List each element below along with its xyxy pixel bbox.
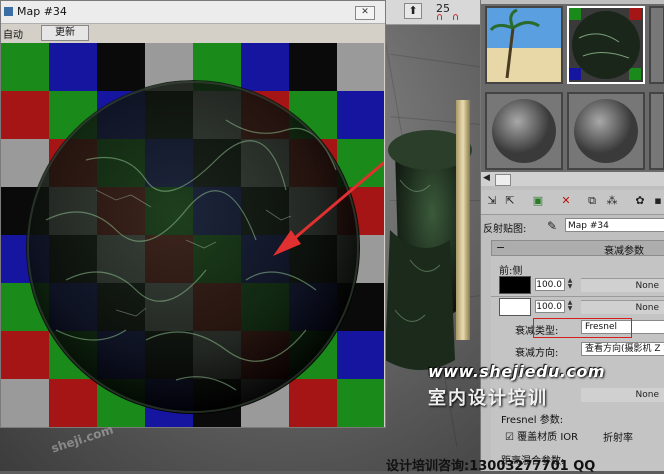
effects-channel-icon[interactable]: ✿ (633, 194, 647, 208)
annotation-highlight-box (533, 318, 632, 338)
unique-icon[interactable]: ⁂ (605, 194, 619, 208)
eyedropper-icon[interactable]: ✎ (547, 219, 557, 233)
spinner-icon[interactable]: ▲ ▼ (566, 300, 574, 313)
window-app-icon (4, 7, 13, 16)
close-button[interactable]: ✕ (355, 6, 375, 20)
scrollbar-thumb[interactable] (495, 174, 511, 186)
fresnel-params-label: Fresnel 参数: (501, 415, 564, 426)
marble-thumbnail (569, 8, 643, 82)
scroll-left-icon[interactable]: ◀ (483, 173, 490, 183)
mode-map-button[interactable]: None (581, 388, 664, 402)
side-map-button[interactable]: None (581, 300, 664, 314)
assign-material-icon[interactable]: ▣ (531, 194, 545, 208)
watermark-bottom: 设计培训咨询:13003277701 QQ (386, 459, 596, 474)
material-slot-default[interactable] (485, 92, 563, 170)
put-material-icon[interactable]: ⇱ (503, 194, 517, 208)
falloff-direction-select[interactable]: 查看方向(摄影机 Z 轴) (581, 342, 664, 356)
beach-thumbnail (487, 8, 561, 82)
annotation-arrow (273, 160, 384, 256)
watermark-chinese: 室内设计培训 (428, 388, 548, 409)
front-color-swatch[interactable] (499, 276, 531, 294)
falloff-rollout-header[interactable]: − 衰减参数 (491, 240, 664, 257)
copy-material-icon[interactable]: ⧉ (585, 194, 599, 208)
divider (491, 296, 664, 297)
gray-sphere-thumbnail (492, 99, 556, 163)
update-button[interactable]: 更新 (41, 25, 89, 41)
map-preview-window: Map #34 ✕ 自动 更新 (0, 0, 386, 428)
upload-icon[interactable]: ⬆ (404, 3, 422, 19)
material-slot-partial[interactable] (649, 92, 664, 170)
map-render-canvas (1, 43, 384, 427)
front-side-label: 前:侧 (499, 266, 523, 277)
gray-sphere-thumbnail (574, 99, 638, 163)
checkbox-checked-icon[interactable]: ☑ (505, 432, 514, 443)
magnet-icon[interactable]: ∩ (436, 12, 443, 23)
material-slot-marble[interactable] (567, 6, 645, 84)
delete-icon[interactable]: ✕ (559, 194, 573, 208)
front-amount-input[interactable]: 100.0 (535, 278, 565, 291)
map-window-toolbar: 自动 更新 (1, 24, 385, 42)
get-material-icon[interactable]: ⇲ (485, 194, 499, 208)
map-name-input[interactable]: Map #34 (565, 218, 664, 232)
window-title: Map #34 (17, 5, 67, 18)
slots-scrollbar[interactable]: ◀ (481, 172, 664, 186)
reflection-map-label: 反射贴图: (483, 224, 527, 235)
rollout-title: 衰减参数 (604, 246, 644, 257)
viewport-toolbar: ⬆ 25 ∩ ∩ (386, 0, 480, 25)
material-slots (481, 4, 664, 176)
window-titlebar[interactable]: Map #34 ✕ (1, 1, 385, 24)
material-toolbar: ⇲ ⇱ ▣ ✕ ⧉ ⁂ ✿ ▪ (481, 190, 664, 215)
map-name-row: 反射贴图: ✎ Map #34 (481, 216, 664, 236)
spinner-icon[interactable]: ▲ ▼ (566, 278, 574, 291)
material-slot-beach[interactable] (485, 6, 563, 84)
front-map-button[interactable]: None (581, 278, 664, 292)
collapse-icon[interactable]: − (496, 241, 505, 254)
auto-update-toggle[interactable]: 自动 (3, 26, 23, 41)
more-icon[interactable]: ▪ (651, 194, 664, 208)
override-ior-label: 覆盖材质 IOR (517, 432, 579, 443)
side-color-swatch[interactable] (499, 298, 531, 316)
override-ior-checkbox[interactable]: ☑ 覆盖材质 IOR (505, 428, 578, 443)
side-amount-input[interactable]: 100.0 (535, 300, 565, 313)
falloff-direction-label: 衰减方向: (515, 348, 559, 359)
ior-label: 折射率 (603, 433, 633, 444)
material-slot-default[interactable] (567, 92, 645, 170)
watermark-url: www.shejiedu.com (428, 362, 606, 381)
magnet-icon[interactable]: ∩ (452, 12, 459, 23)
material-slot-partial[interactable] (649, 6, 664, 84)
